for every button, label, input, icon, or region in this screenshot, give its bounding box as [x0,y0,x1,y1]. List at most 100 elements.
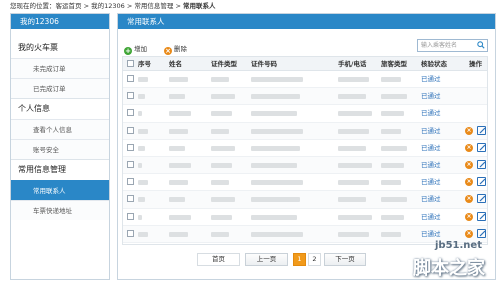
redacted-cell [211,231,229,237]
delete-row-icon[interactable]: × [465,178,473,187]
table-row[interactable]: 已通过 × [123,209,487,226]
row-checkbox[interactable] [127,143,134,151]
row-checkbox[interactable] [127,126,134,134]
redacted-cell [251,145,300,151]
search-input[interactable]: 输入乘客姓名 [417,39,488,52]
redacted-cell [169,162,191,168]
redacted-cell [381,180,401,186]
redacted-cell [138,77,148,82]
redacted-cell [251,111,297,117]
pager-page-2[interactable]: 2 [308,253,321,266]
edit-row-icon[interactable] [477,159,486,169]
sidebar-item-finished-orders[interactable]: 已完成订单 [11,78,109,98]
redacted-cell [381,128,401,134]
search-icon[interactable] [477,41,485,49]
row-checkbox[interactable] [127,178,134,186]
delete-button-label: 删除 [174,45,187,53]
sidebar-group-tickets[interactable]: 我的火车票 [11,38,109,58]
plus-icon: + [124,46,132,55]
redacted-cell [381,94,407,100]
search-placeholder: 输入乘客姓名 [421,42,458,49]
verify-status: 已通过 [421,212,441,221]
redacted-cell [381,162,404,168]
table-header: 序号 姓名 证件类型 证件号码 手机/电话 旅客类型 核验状态 操作 [123,57,487,71]
row-checkbox[interactable] [127,75,134,82]
row-checkbox[interactable] [127,160,134,168]
redacted-cell [169,180,188,186]
breadcrumb-link-my12306[interactable]: 我的12306 [91,2,125,10]
table-row[interactable]: 已通过 × [123,191,487,209]
delete-row-icon[interactable]: × [465,126,473,135]
sidebar-item-account-security[interactable]: 账号安全 [11,139,109,159]
pager-page-1[interactable]: 1 [293,253,306,266]
col-header-verify-status: 核验状态 [421,60,447,68]
edit-row-icon[interactable] [477,177,486,187]
table-row[interactable]: 已通过 × [123,140,487,157]
sidebar-group-common-info[interactable]: 常用信息管理 [11,160,109,180]
breadcrumb-link-home[interactable]: 客运首页 [56,2,82,10]
edit-row-icon[interactable] [477,194,486,204]
sidebar-item-view-personal-info[interactable]: 查看个人信息 [11,119,109,139]
watermark-site: jb51.net [435,240,482,251]
redacted-cell [251,162,297,168]
delete-row-icon[interactable]: × [465,212,473,221]
breadcrumb-link-info-management[interactable]: 常用信息管理 [134,2,173,10]
redacted-cell [211,128,229,134]
table-row[interactable]: 已通过 × [123,122,487,140]
col-header-id-type: 证件类型 [211,60,237,68]
table-row[interactable]: 已通过 [123,105,487,123]
delete-row-icon[interactable]: × [465,160,473,169]
delete-row-icon[interactable]: × [465,195,473,204]
redacted-cell [251,231,303,237]
edit-row-icon[interactable] [477,142,486,152]
verify-status: 已通过 [421,75,441,83]
sidebar: 我的12306 我的火车票 未完成订单 已完成订单 个人信息 查看个人信息 账号… [10,13,110,280]
sidebar-item-contacts[interactable]: 常用联系人 [11,180,109,200]
sidebar-item-delivery-address[interactable]: 车票快递地址 [11,200,109,220]
table-row[interactable]: 已通过 × [123,174,487,192]
delete-button[interactable]: × 删除 [164,43,187,55]
redacted-cell [211,162,232,168]
table-row[interactable]: 已通过 [123,71,487,89]
delete-row-icon[interactable]: × [465,143,473,152]
table-row[interactable]: 已通过 × [123,156,487,175]
col-header-passenger-type: 旅客类型 [381,60,407,68]
breadcrumb-separator: > [81,2,92,10]
sidebar-item-unfinished-orders[interactable]: 未完成订单 [11,58,109,78]
row-checkbox[interactable] [127,212,134,220]
redacted-cell [338,77,369,82]
redacted-cell [138,111,142,117]
pager-prev-button[interactable]: 上一页 [245,253,288,266]
redacted-cell [211,214,232,220]
delete-icon: × [164,46,172,55]
sidebar-group-personal-info[interactable]: 个人信息 [11,99,109,119]
breadcrumb: 您现在的位置：客运首页 > 我的12306 > 常用信息管理 > 常用联系人 [10,0,215,12]
watermark: jb51.net 脚本之家 [410,240,500,282]
pager-next-button[interactable]: 下一页 [324,253,366,266]
verify-status: 已通过 [421,109,441,118]
edit-row-icon[interactable] [477,228,486,238]
redacted-cell [138,145,145,151]
row-checkbox[interactable] [127,109,134,117]
col-header-index: 序号 [138,60,151,68]
redacted-cell [211,94,235,100]
table-row[interactable]: 已通过 [123,88,487,106]
col-header-name: 姓名 [169,60,182,68]
redacted-cell [338,128,369,134]
verify-status: 已通过 [421,143,441,152]
edit-row-icon[interactable] [477,125,486,135]
sidebar-title[interactable]: 我的12306 [11,14,109,29]
edit-row-icon[interactable] [477,211,486,221]
pager-first-button[interactable]: 首页 [197,253,240,266]
row-checkbox[interactable] [127,92,134,100]
redacted-cell [169,145,185,151]
col-header-phone: 手机/电话 [338,60,367,68]
add-button[interactable]: + 增加 [124,43,147,55]
select-all-checkbox[interactable] [127,60,134,67]
redacted-cell [338,197,366,203]
row-checkbox[interactable] [127,229,134,237]
row-checkbox[interactable] [127,195,134,203]
contacts-table: 序号 姓名 证件类型 证件号码 手机/电话 旅客类型 核验状态 操作 已通过已通… [122,56,488,245]
delete-row-icon[interactable]: × [465,229,473,238]
redacted-cell [169,231,188,237]
